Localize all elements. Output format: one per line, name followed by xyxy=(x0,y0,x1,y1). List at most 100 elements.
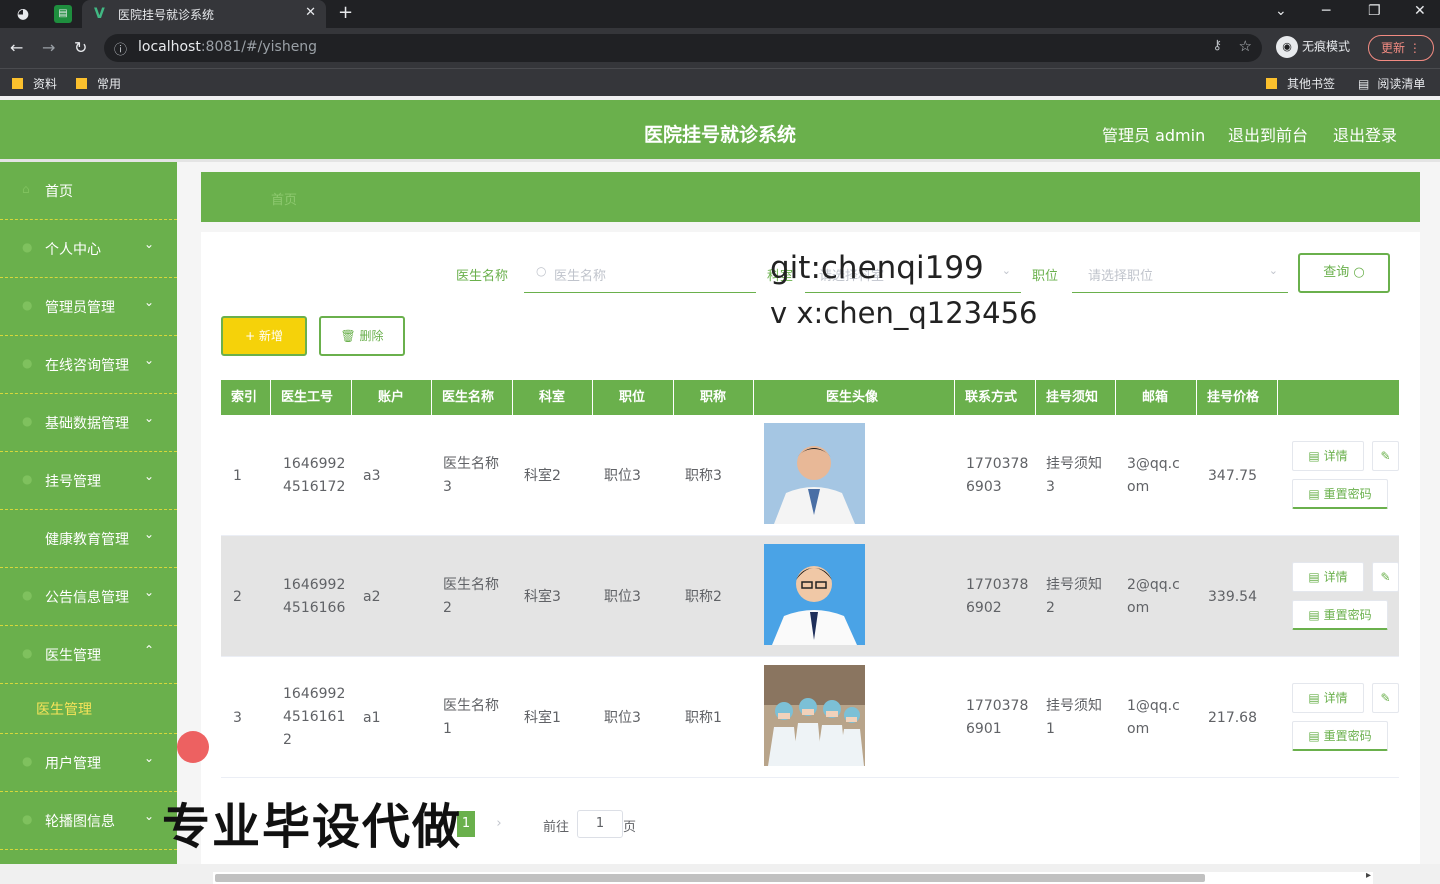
detail-button[interactable]: ▤ 详情 xyxy=(1292,683,1364,713)
image-icon: ● xyxy=(22,812,33,826)
sidebar-item-personal[interactable]: ● 个人中心 ⌄ xyxy=(0,220,177,278)
position-select[interactable]: 请选择职位 ⌄ xyxy=(1072,253,1288,293)
folder-icon xyxy=(12,78,23,89)
bookmark-folder[interactable]: 常用 xyxy=(76,75,121,92)
admin-user-link[interactable]: 管理员 admin xyxy=(1102,122,1205,146)
col-notice[interactable]: 挂号须知 xyxy=(1036,380,1116,415)
reset-password-button[interactable]: ▤ 重置密码 xyxy=(1292,600,1388,630)
bookmark-folder[interactable]: 资料 xyxy=(12,75,57,92)
query-button[interactable]: 查询 ○ xyxy=(1298,253,1390,293)
incognito-icon: ◉ xyxy=(1276,36,1298,58)
sidebar-item-home[interactable]: ⌂ 首页 xyxy=(0,162,177,220)
detail-button[interactable]: ▤ 详情 xyxy=(1292,441,1364,471)
scrollbar-thumb[interactable] xyxy=(215,874,1205,882)
update-button[interactable]: 更新 ⋮ xyxy=(1368,35,1434,61)
col-account[interactable]: 账户 xyxy=(352,380,432,415)
reload-icon[interactable]: ↻ xyxy=(74,38,87,57)
other-bookmarks[interactable]: 其他书签 xyxy=(1266,75,1335,92)
add-button[interactable]: + 新增 xyxy=(221,316,307,356)
app-header: 医院挂号就诊系统 管理员 admin 退出到前台 退出登录 xyxy=(0,100,1440,162)
sheets-tab-icon[interactable]: ▤ xyxy=(54,5,72,23)
logout-link[interactable]: 退出登录 xyxy=(1333,122,1397,146)
goto-page-input[interactable]: 1 xyxy=(577,810,623,838)
edit-button[interactable]: ✎ xyxy=(1372,562,1399,592)
doctor-avatar[interactable] xyxy=(764,544,865,645)
doctor-avatar[interactable] xyxy=(764,665,865,766)
doctor-name-input[interactable]: ○ 医生名称 xyxy=(524,253,756,293)
key-icon[interactable]: ⚷ xyxy=(1212,38,1222,53)
tab-title: 医院挂号就诊系统 xyxy=(118,8,215,22)
table-row[interactable]: 2 1646992 4516166 a2 医生名称 2 科室3 职位3 职称2 17… xyxy=(221,536,1399,657)
url-path: :8081/#/yisheng xyxy=(200,39,318,55)
bookmark-star-icon[interactable]: ☆ xyxy=(1239,37,1252,55)
doctor-name-label: 医生名称 xyxy=(456,269,509,284)
url-host: localhost xyxy=(138,39,201,55)
sidebar-item-carousel[interactable]: ● 轮播图信息 ⌄ xyxy=(0,792,177,850)
position-label: 职位 xyxy=(1032,269,1059,284)
active-tab[interactable]: V 医院挂号就诊系统 ✕ xyxy=(82,0,326,28)
sidebar-item-admins[interactable]: ● 管理员管理 ⌄ xyxy=(0,278,177,336)
cell-doctor-name: 医生名称 2 xyxy=(443,577,499,616)
cell-title: 职称3 xyxy=(685,468,722,484)
cell-index: 1 xyxy=(233,468,242,484)
chevron-down-icon: ⌄ xyxy=(144,411,155,425)
reset-password-button[interactable]: ▤ 重置密码 xyxy=(1292,479,1388,509)
incognito-label: 无痕模式 xyxy=(1302,39,1351,54)
close-window-button[interactable]: ✕ xyxy=(1414,3,1426,19)
cell-email: 2@qq.c om xyxy=(1127,577,1180,616)
close-tab-icon[interactable]: ✕ xyxy=(305,5,316,20)
col-title[interactable]: 职称 xyxy=(674,380,754,415)
sidebar-item-doctors[interactable]: ● 医生管理 ⌃ xyxy=(0,626,177,684)
maximize-button[interactable]: ❐ xyxy=(1368,3,1381,19)
breadcrumb-home[interactable]: 首页 xyxy=(271,189,297,208)
col-index[interactable]: 索引 xyxy=(221,380,271,415)
sidebar-item-education[interactable]: 健康教育管理 ⌄ xyxy=(0,510,177,568)
edit-button[interactable]: ✎ xyxy=(1372,683,1399,713)
cell-notice: 挂号须知 1 xyxy=(1046,698,1102,737)
back-icon[interactable]: ← xyxy=(10,38,23,57)
reading-list[interactable]: ▤ 阅读清单 xyxy=(1358,75,1425,92)
ticket-icon: ● xyxy=(22,472,33,486)
table-row[interactable]: 1 1646992 4516172 a3 医生名称 3 科室2 职位3 职称3 17… xyxy=(221,415,1399,536)
sidebar-item-basedata[interactable]: ● 基础数据管理 ⌄ xyxy=(0,394,177,452)
site-info-icon[interactable]: ⓘ xyxy=(114,39,127,58)
col-doctor-name[interactable]: 医生名称 xyxy=(432,380,513,415)
cursor-highlight xyxy=(177,731,209,763)
detail-button[interactable]: ▤ 详情 xyxy=(1292,562,1364,592)
user-icon: ● xyxy=(22,240,33,254)
sidebar-item-users[interactable]: ● 用户管理 ⌄ xyxy=(0,734,177,792)
col-doctor-no[interactable]: 医生工号 xyxy=(271,380,352,415)
cell-position: 职位3 xyxy=(604,468,641,484)
cell-doctor-no: 1646992 4516161 2 xyxy=(283,686,346,748)
col-phone[interactable]: 联系方式 xyxy=(955,380,1036,415)
horizontal-scrollbar[interactable]: ▸ xyxy=(213,870,1373,884)
scroll-right-icon[interactable]: ▸ xyxy=(1366,870,1371,881)
sidebar-item-consult[interactable]: ● 在线咨询管理 ⌄ xyxy=(0,336,177,394)
watermark-git: git:chenqi199 xyxy=(770,250,984,286)
url-input[interactable]: ⓘ localhost:8081/#/yisheng ⚷ ☆ xyxy=(104,34,1262,62)
chevron-down-icon: ⌄ xyxy=(144,527,155,541)
incognito-indicator[interactable]: ◉ 无痕模式 xyxy=(1276,36,1350,58)
back-to-front-link[interactable]: 退出到前台 xyxy=(1228,122,1308,146)
sidebar-item-notice[interactable]: ● 公告信息管理 ⌄ xyxy=(0,568,177,626)
new-tab-button[interactable]: + xyxy=(338,2,353,23)
forward-icon[interactable]: → xyxy=(42,38,55,57)
cell-account: a1 xyxy=(363,710,381,726)
delete-button[interactable]: 🗑 删除 xyxy=(319,316,405,356)
sidebar-subitem-doctor-manage[interactable]: 医生管理 xyxy=(0,684,177,734)
edit-button[interactable]: ✎ xyxy=(1372,441,1399,471)
sidebar-item-registration[interactable]: ● 挂号管理 ⌄ xyxy=(0,452,177,510)
col-avatar[interactable]: 医生头像 xyxy=(754,380,955,415)
cell-account: a2 xyxy=(363,589,381,605)
cell-price: 347.75 xyxy=(1208,468,1257,484)
next-page-icon[interactable]: › xyxy=(485,811,513,837)
col-position[interactable]: 职位 xyxy=(593,380,674,415)
doctor-avatar[interactable] xyxy=(764,423,865,524)
minimize-button[interactable]: ─ xyxy=(1322,3,1330,19)
col-email[interactable]: 邮箱 xyxy=(1116,380,1197,415)
col-dept[interactable]: 科室 xyxy=(513,380,593,415)
col-price[interactable]: 挂号价格 xyxy=(1197,380,1278,415)
table-row[interactable]: 3 1646992 4516161 2 a1 医生名称 1 科室1 职位3 职称1 1… xyxy=(221,657,1399,778)
tab-search-icon[interactable]: ⌄ xyxy=(1275,3,1287,19)
reset-password-button[interactable]: ▤ 重置密码 xyxy=(1292,721,1388,751)
